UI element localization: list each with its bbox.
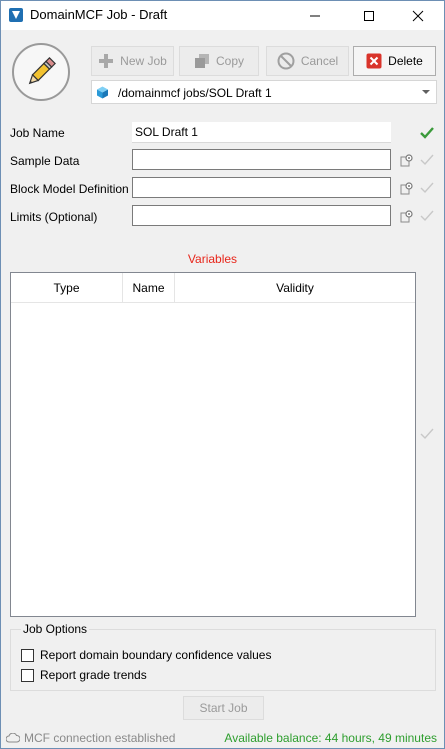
maximize-button[interactable]	[346, 1, 392, 30]
block-model-label: Block Model Definition	[10, 182, 129, 196]
sample-data-label: Sample Data	[10, 154, 80, 168]
column-header-name[interactable]: Name	[123, 273, 175, 303]
close-button[interactable]	[395, 1, 441, 30]
delete-label: Delete	[388, 54, 423, 68]
new-job-label: New Job	[120, 54, 167, 68]
limits-label: Limits (Optional)	[10, 210, 98, 224]
plus-icon	[99, 54, 114, 68]
minimize-button[interactable]	[292, 1, 338, 30]
cancel-button[interactable]: Cancel	[266, 46, 349, 76]
status-bar: MCF connection established Available bal…	[1, 727, 444, 748]
limits-field[interactable]	[132, 205, 391, 226]
maximize-icon	[364, 10, 374, 21]
title-bar: DomainMCF Job - Draft	[1, 1, 444, 30]
variables-table[interactable]: Type Name Validity	[10, 272, 416, 617]
job-path-value: /domainmcf jobs/SOL Draft 1	[118, 86, 272, 100]
valid-check-icon	[420, 127, 434, 139]
job-path-dropdown[interactable]: /domainmcf jobs/SOL Draft 1	[91, 80, 437, 104]
gear-icon[interactable]	[400, 181, 414, 195]
delete-x-icon	[366, 53, 382, 69]
balance-text: Available balance: 44 hours, 49 minutes	[224, 731, 437, 745]
cloud-icon	[6, 733, 20, 743]
job-window: DomainMCF Job - Draft New Job Copy Cance…	[0, 0, 445, 749]
minimize-icon	[310, 15, 320, 16]
job-name-field[interactable]	[132, 122, 391, 143]
sample-data-field[interactable]	[132, 149, 391, 170]
checkbox[interactable]	[21, 668, 34, 682]
gear-icon[interactable]	[400, 209, 414, 223]
check-icon	[420, 154, 434, 166]
job-options-group: Job Options Report domain boundary confi…	[10, 622, 436, 691]
pencil-icon	[12, 43, 70, 101]
variables-title: Variables	[187, 252, 238, 266]
job-name-label: Job Name	[10, 126, 65, 140]
check-icon	[420, 210, 434, 222]
column-header-type[interactable]: Type	[11, 273, 123, 303]
start-job-button[interactable]: Start Job	[183, 696, 264, 720]
connection-text: MCF connection established	[24, 731, 176, 745]
option-label: Report domain boundary confidence values	[40, 648, 272, 662]
close-icon	[412, 10, 424, 21]
connection-status: MCF connection established	[6, 731, 175, 745]
option-confidence-values[interactable]: Report domain boundary confidence values	[21, 648, 271, 662]
job-header: New Job Copy Cancel Delete /domainmcf jo…	[1, 30, 444, 114]
cube-icon	[97, 86, 108, 99]
checkbox[interactable]	[21, 648, 34, 662]
copy-button[interactable]: Copy	[179, 46, 259, 76]
delete-button[interactable]: Delete	[353, 46, 436, 76]
check-icon	[420, 182, 434, 194]
copy-label: Copy	[215, 54, 244, 68]
variables-table-header: Type Name Validity	[11, 273, 415, 303]
window-title: DomainMCF Job - Draft	[30, 7, 168, 22]
cancel-label: Cancel	[300, 54, 339, 68]
gear-icon[interactable]	[400, 153, 414, 167]
block-model-field[interactable]	[132, 177, 391, 198]
copy-icon	[194, 54, 209, 68]
chevron-down-icon	[422, 90, 430, 94]
option-grade-trends[interactable]: Report grade trends	[21, 668, 147, 682]
cancel-icon	[277, 52, 295, 70]
option-label: Report grade trends	[40, 668, 147, 682]
check-icon	[420, 428, 434, 440]
job-options-title: Job Options	[21, 622, 90, 636]
column-header-validity[interactable]: Validity	[175, 273, 415, 303]
new-job-button[interactable]: New Job	[91, 46, 174, 76]
app-logo-icon	[9, 8, 23, 22]
